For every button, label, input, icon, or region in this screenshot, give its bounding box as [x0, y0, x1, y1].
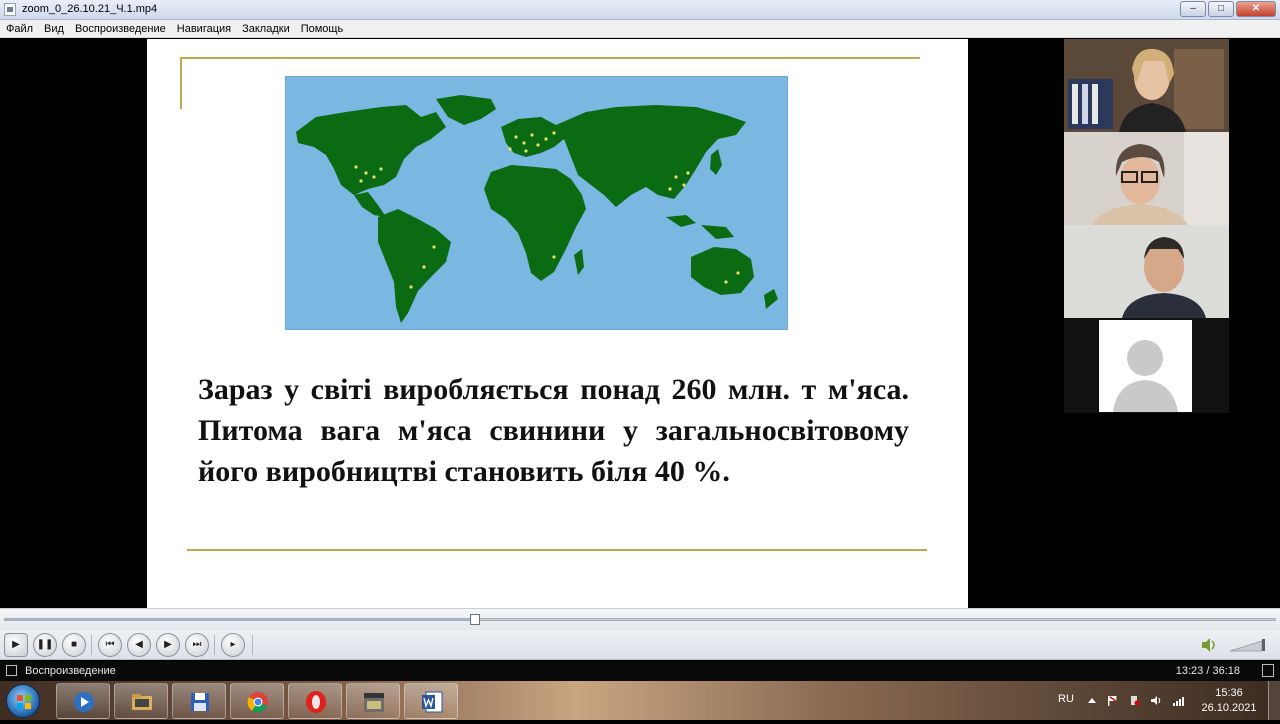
stop-icon[interactable]: ■ [62, 633, 86, 657]
avatar [1099, 320, 1192, 412]
seek-progress [5, 619, 475, 620]
seek-bar[interactable] [0, 608, 1280, 630]
controls-divider [252, 635, 253, 655]
media-player-icon [74, 692, 94, 712]
folder-icon [132, 694, 152, 710]
taskbar-file-explorer[interactable] [114, 683, 168, 719]
playback-state: Воспроизведение [25, 665, 116, 677]
pause-icon[interactable]: ❚❚ [33, 633, 57, 657]
floppy-disk-icon [191, 693, 209, 711]
fast-forward-icon[interactable]: ▶ [156, 633, 180, 657]
world-map [285, 76, 788, 330]
chrome-icon [247, 692, 268, 713]
frame-step-icon[interactable]: ▸ [221, 633, 245, 657]
volume-icon[interactable] [1200, 637, 1218, 653]
word-icon [422, 691, 443, 713]
taskbar-chrome[interactable] [230, 683, 284, 719]
rewind-icon[interactable]: ◀ [127, 633, 151, 657]
taskbar-media-player[interactable] [56, 683, 110, 719]
playback-time: 13:23 / 36:18 [1175, 665, 1240, 677]
windows-logo-icon [17, 695, 31, 709]
participant-video-1[interactable] [1064, 39, 1229, 132]
skip-next-icon[interactable]: ⏭ [185, 633, 209, 657]
app-icon [4, 3, 16, 16]
participant-4-no-video[interactable] [1064, 318, 1229, 413]
taskbar-save-app[interactable] [172, 683, 226, 719]
language-indicator[interactable]: RU [1058, 693, 1074, 705]
player-controls: ▶ ❚❚ ■ ⏮ ◀ ▶ ⏭ ▸ [0, 630, 1280, 660]
window-title: zoom_0_26.10.21_Ч.1.mp4 [22, 3, 158, 15]
menu-bookmarks[interactable]: Закладки [242, 23, 290, 35]
minimize-button[interactable]: – [1180, 1, 1206, 17]
menu-view[interactable]: Вид [44, 23, 64, 35]
slide-bottom-line [187, 549, 927, 551]
clock-time: 15:36 [1215, 687, 1243, 699]
speaker-icon[interactable] [1150, 695, 1162, 706]
status-icon [6, 665, 17, 676]
clock-date: 26.10.2021 [1201, 702, 1257, 714]
participant-video-2[interactable] [1064, 132, 1229, 225]
presentation-slide: Зараз у світі виробляється понад 260 млн… [147, 39, 968, 608]
opera-icon [306, 691, 326, 713]
menu-navigation[interactable]: Навигация [177, 23, 231, 35]
action-center-flag-icon[interactable] [1106, 695, 1118, 706]
controls-divider [214, 635, 215, 655]
menu-playback[interactable]: Воспроизведение [75, 23, 166, 35]
clapperboard-icon [364, 693, 384, 712]
slide-top-line [180, 57, 920, 59]
system-clock[interactable]: 15:36 26.10.2021 [1198, 686, 1260, 716]
skip-previous-icon[interactable]: ⏮ [98, 633, 122, 657]
menu-help[interactable]: Помощь [301, 23, 344, 35]
safely-remove-icon[interactable] [1128, 695, 1140, 706]
start-button[interactable] [6, 684, 40, 718]
resize-grip-icon[interactable] [1262, 664, 1274, 677]
slide-left-line [180, 57, 182, 109]
window-title-bar: zoom_0_26.10.21_Ч.1.mp4 – □ ✕ [0, 0, 1280, 20]
video-area[interactable]: Зараз у світі виробляється понад 260 млн… [0, 39, 1280, 608]
maximize-button[interactable]: □ [1208, 1, 1234, 17]
participant-video-3[interactable] [1064, 225, 1229, 318]
taskbar-word[interactable] [404, 683, 458, 719]
seek-track[interactable] [4, 618, 1276, 621]
close-button[interactable]: ✕ [1236, 1, 1276, 17]
show-desktop-button[interactable] [1268, 681, 1280, 720]
status-bar: Воспроизведение 13:23 / 36:18 [0, 661, 1280, 681]
play-icon[interactable]: ▶ [4, 633, 28, 657]
menu-file[interactable]: Файл [6, 23, 33, 35]
controls-divider [91, 635, 92, 655]
taskbar-opera[interactable] [288, 683, 342, 719]
network-signal-icon[interactable] [1172, 695, 1184, 706]
slide-text: Зараз у світі виробляється понад 260 млн… [198, 373, 909, 488]
taskbar-video-editor[interactable] [346, 683, 400, 719]
tray-expand-icon[interactable] [1086, 695, 1098, 706]
volume-slider[interactable] [1230, 638, 1270, 652]
menu-bar: Файл Вид Воспроизведение Навигация Закла… [0, 20, 1280, 38]
taskbar: RU 15:36 26.10.2021 [0, 681, 1280, 720]
seek-thumb[interactable] [469, 614, 480, 625]
